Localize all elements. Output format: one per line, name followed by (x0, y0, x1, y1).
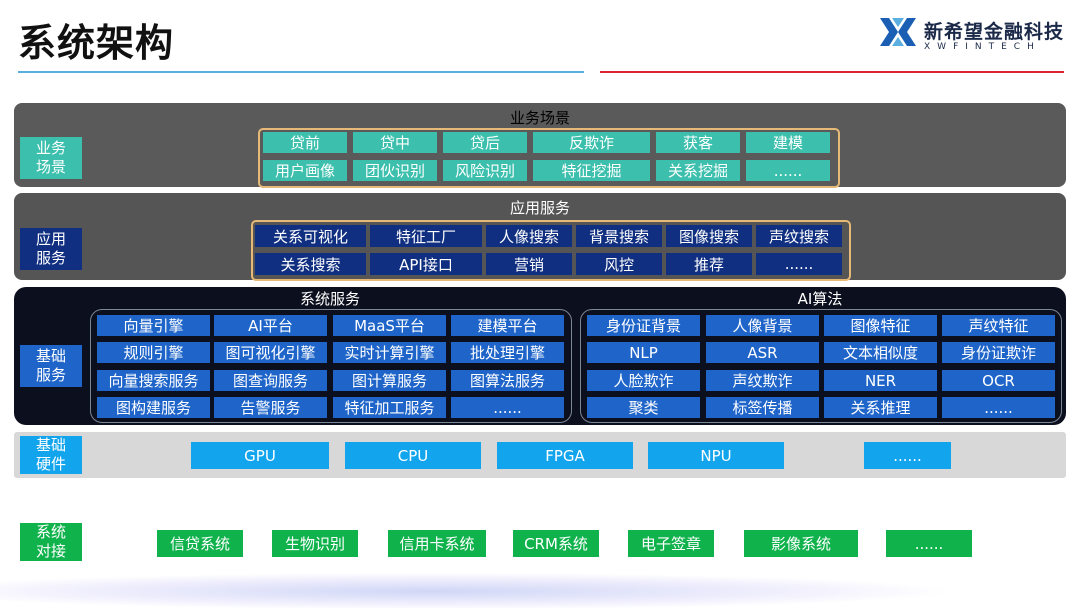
integration-cell: CRM系统 (513, 530, 599, 557)
ai-algorithm-cell: NER (824, 370, 937, 391)
application-cell: 风控 (576, 253, 662, 275)
hardware-cell: ...... (864, 442, 951, 469)
hardware-cell: FPGA (497, 442, 633, 469)
ai-algorithm-cell: 声纹欺诈 (706, 370, 819, 391)
system-service-cell: 图算法服务 (451, 370, 564, 391)
integration-side-label: 系统 对接 (20, 523, 82, 561)
system-services-title: 系统服务 (299, 290, 360, 308)
system-service-cell: 图计算服务 (333, 370, 446, 391)
business-cell: 特征挖掘 (533, 160, 650, 181)
logo-english-name: XWFINTECH (924, 42, 1041, 52)
ai-algorithm-cell: OCR (942, 370, 1055, 391)
business-title: 业务场景 (509, 109, 570, 127)
system-service-cell: MaaS平台 (333, 315, 446, 336)
application-cell: 关系可视化 (255, 225, 366, 247)
integration-cell: 生物识别 (272, 530, 358, 557)
ai-algorithm-cell: 文本相似度 (824, 342, 937, 363)
system-service-cell: ...... (451, 397, 564, 418)
application-cell: 关系搜索 (255, 253, 366, 275)
system-service-cell: 批处理引擎 (451, 342, 564, 363)
application-cell: API接口 (370, 253, 482, 275)
foundation-side-label: 基础 服务 (20, 345, 82, 387)
business-cell: 反欺诈 (533, 132, 650, 153)
system-service-cell: 实时计算引擎 (333, 342, 446, 363)
business-cell: 贷中 (353, 132, 437, 153)
business-cell: 获客 (656, 132, 740, 153)
ai-algorithm-cell: 标签传播 (706, 397, 819, 418)
business-cell: 风险识别 (443, 160, 527, 181)
system-service-cell: 建模平台 (451, 315, 564, 336)
ai-algorithm-cell: 身份证背景 (587, 315, 700, 336)
business-side-label: 业务 场景 (20, 137, 82, 179)
application-cell: 声纹搜索 (756, 225, 842, 247)
business-cell: 关系挖掘 (656, 160, 740, 181)
title-underline-blue (18, 71, 584, 73)
integration-cell: 信用卡系统 (388, 530, 486, 557)
ai-algorithm-cell: ASR (706, 342, 819, 363)
application-cell: 背景搜索 (576, 225, 662, 247)
company-logo: 新希望金融科技 XWFINTECH (878, 12, 1068, 60)
ai-algorithms-title: AI算法 (797, 290, 843, 308)
ai-algorithm-cell: NLP (587, 342, 700, 363)
system-service-cell: AI平台 (214, 315, 327, 336)
application-title: 应用服务 (509, 199, 570, 217)
system-service-cell: 规则引擎 (97, 342, 210, 363)
application-cell: 特征工厂 (370, 225, 482, 247)
hardware-side-label: 基础 硬件 (20, 436, 82, 474)
system-service-cell: 向量引擎 (97, 315, 210, 336)
business-cell: 用户画像 (263, 160, 347, 181)
logo-mark-icon (880, 18, 916, 46)
application-cell: 图像搜索 (666, 225, 752, 247)
business-cell: 团伙识别 (353, 160, 437, 181)
integration-cell: ...... (886, 530, 972, 557)
application-cell: ...... (756, 253, 842, 275)
ai-algorithm-cell: 身份证欺诈 (942, 342, 1055, 363)
integration-cell: 信贷系统 (157, 530, 243, 557)
business-cell: 贷前 (263, 132, 347, 153)
system-service-cell: 特征加工服务 (333, 397, 446, 418)
hardware-cell: CPU (345, 442, 481, 469)
ai-algorithm-cell: 关系推理 (824, 397, 937, 418)
logo-chinese-name: 新希望金融科技 (924, 21, 1065, 43)
business-cell: 建模 (746, 132, 830, 153)
application-side-label: 应用 服务 (20, 228, 82, 270)
system-service-cell: 图可视化引擎 (214, 342, 327, 363)
title-underline-red (600, 71, 1064, 73)
application-cell: 营销 (486, 253, 572, 275)
business-cell: 贷后 (443, 132, 527, 153)
business-cell: ...... (746, 160, 830, 181)
integration-cell: 电子签章 (628, 530, 714, 557)
system-service-cell: 向量搜索服务 (97, 370, 210, 391)
hardware-cell: GPU (191, 442, 329, 469)
ai-algorithm-cell: 聚类 (587, 397, 700, 418)
page-title: 系统架构 (18, 21, 175, 65)
ai-algorithm-cell: ...... (942, 397, 1055, 418)
application-cell: 人像搜索 (486, 225, 572, 247)
ai-algorithm-cell: 人脸欺诈 (587, 370, 700, 391)
hardware-cell: NPU (648, 442, 784, 469)
ai-algorithm-cell: 人像背景 (706, 315, 819, 336)
system-service-cell: 告警服务 (214, 397, 327, 418)
application-cell: 推荐 (666, 253, 752, 275)
ai-algorithm-cell: 声纹特征 (942, 315, 1055, 336)
integration-cell: 影像系统 (744, 530, 858, 557)
system-service-cell: 图构建服务 (97, 397, 210, 418)
system-service-cell: 图查询服务 (214, 370, 327, 391)
ai-algorithm-cell: 图像特征 (824, 315, 937, 336)
bottom-decoration (0, 566, 1080, 608)
